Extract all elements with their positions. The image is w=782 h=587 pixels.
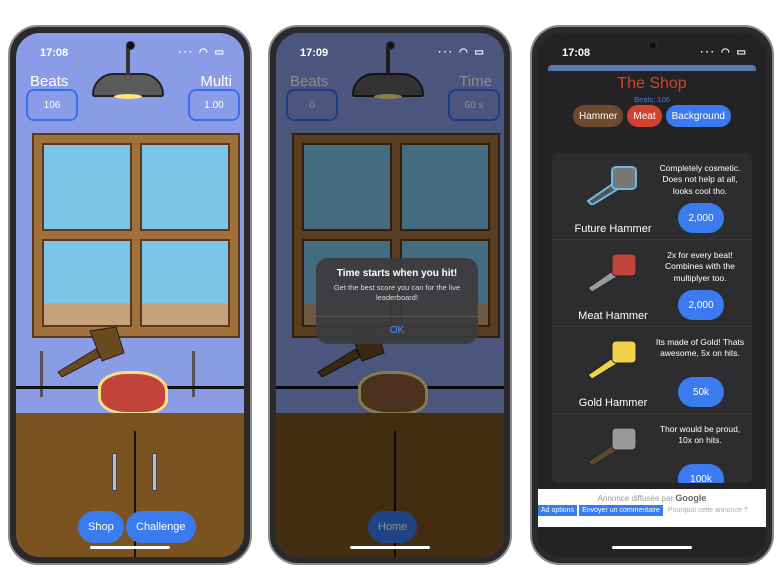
tab-meat[interactable]: Meat — [627, 105, 662, 127]
alert-dialog: Time starts when you hit! Get the best s… — [316, 258, 478, 344]
shop-sheet: The Shop Beats: 106 Hammer Meat Backgrou… — [538, 33, 766, 557]
shop-button[interactable]: Shop — [78, 511, 124, 543]
wifi-battery-icon: ··· ◠ ▭ — [700, 47, 748, 58]
alert-title: Time starts when you hit! — [336, 268, 458, 279]
phone-shop-screen: The Shop Beats: 106 Hammer Meat Backgrou… — [530, 25, 774, 565]
thor-hammer-icon — [587, 427, 637, 466]
tab-background[interactable]: Background — [665, 105, 731, 127]
shop-item-future-hammer: Future Hammer Completely cosmetic. Does … — [552, 153, 752, 240]
ad-feedback-button[interactable]: Envoyer un commentaire — [579, 505, 663, 516]
shop-beats: Beats: 106 — [634, 95, 670, 104]
lamp-icon — [92, 47, 164, 99]
buy-button[interactable]: 50k — [678, 377, 724, 407]
gold-hammer-icon — [587, 340, 637, 379]
shop-title: The Shop — [617, 75, 687, 92]
camera — [648, 41, 657, 50]
wifi-battery-icon: ··· ◠ ▭ — [178, 47, 226, 58]
ad-options-button[interactable]: Ad options — [538, 505, 578, 516]
window — [32, 133, 240, 338]
alert-message: Get the best score you can for the live … — [333, 283, 461, 302]
clock: 17:09 — [300, 47, 329, 59]
buy-button[interactable]: 100k — [678, 464, 724, 483]
item-description: Completely cosmetic. Does not help at al… — [659, 163, 741, 196]
item-description: Its made of Gold! Thats awesome, 5x on h… — [655, 337, 745, 359]
challenge-button[interactable]: Challenge — [126, 511, 196, 543]
camera — [386, 41, 395, 50]
home-indicator — [350, 546, 430, 549]
buy-button[interactable]: 2,000 — [678, 203, 724, 233]
sheet-grabber[interactable] — [548, 65, 756, 71]
clock: 17:08 — [40, 47, 69, 59]
shop-item-list[interactable]: Future Hammer Completely cosmetic. Does … — [552, 153, 752, 483]
ad-attribution: Annonce diffusée par Google — [597, 493, 707, 503]
home-indicator — [612, 546, 692, 549]
meat-hammer-icon — [587, 253, 637, 292]
camera — [126, 41, 135, 50]
alert-ok-button[interactable]: OK — [316, 316, 478, 344]
ad-why-link[interactable]: Pourquoi cette annonce ? — [665, 505, 751, 516]
wifi-battery-icon: ··· ◠ ▭ — [438, 47, 486, 58]
shop-tabs: Hammer Meat Background — [538, 105, 766, 127]
item-name: Future Hammer — [574, 223, 652, 235]
item-description: 2x for every beat! Combines with the mul… — [665, 250, 735, 283]
phone-game-screen: 17:08 ··· ◠ ▭ Beats 106 Multi 1.00 Shop C… — [8, 25, 252, 565]
knife-icon — [192, 351, 195, 397]
beats-label: Beats — [30, 73, 69, 90]
shop-item-meat-hammer: Meat Hammer 2x for every beat! Combines … — [552, 240, 752, 327]
tab-hammer[interactable]: Hammer — [573, 105, 624, 127]
hammer-icon[interactable] — [56, 327, 126, 377]
buy-button[interactable]: 2,000 — [678, 290, 724, 320]
shop-item-thor-hammer: Thor would be proud, 10x on hits. 100k — [552, 414, 752, 483]
shop-item-gold-hammer: Gold Hammer Its made of Gold! Thats awes… — [552, 327, 752, 414]
item-name: Gold Hammer — [578, 397, 648, 409]
phone-challenge-screen: Beats 0 Time 60 s Home 17:09 ··· ◠ ▭ Time… — [268, 25, 512, 565]
future-hammer-icon — [586, 166, 637, 205]
multi-label: Multi — [200, 73, 232, 90]
beats-value: 106 — [26, 89, 78, 121]
item-name: Meat Hammer — [578, 310, 648, 322]
clock: 17:08 — [562, 47, 591, 59]
ad-banner[interactable]: Annonce diffusée par Google Ad options E… — [538, 489, 766, 527]
home-indicator — [90, 546, 170, 549]
item-description: Thor would be proud, 10x on hits. — [659, 424, 741, 446]
meat-target[interactable] — [98, 371, 168, 415]
knife-icon — [40, 351, 43, 397]
multi-value: 1.00 — [188, 89, 240, 121]
